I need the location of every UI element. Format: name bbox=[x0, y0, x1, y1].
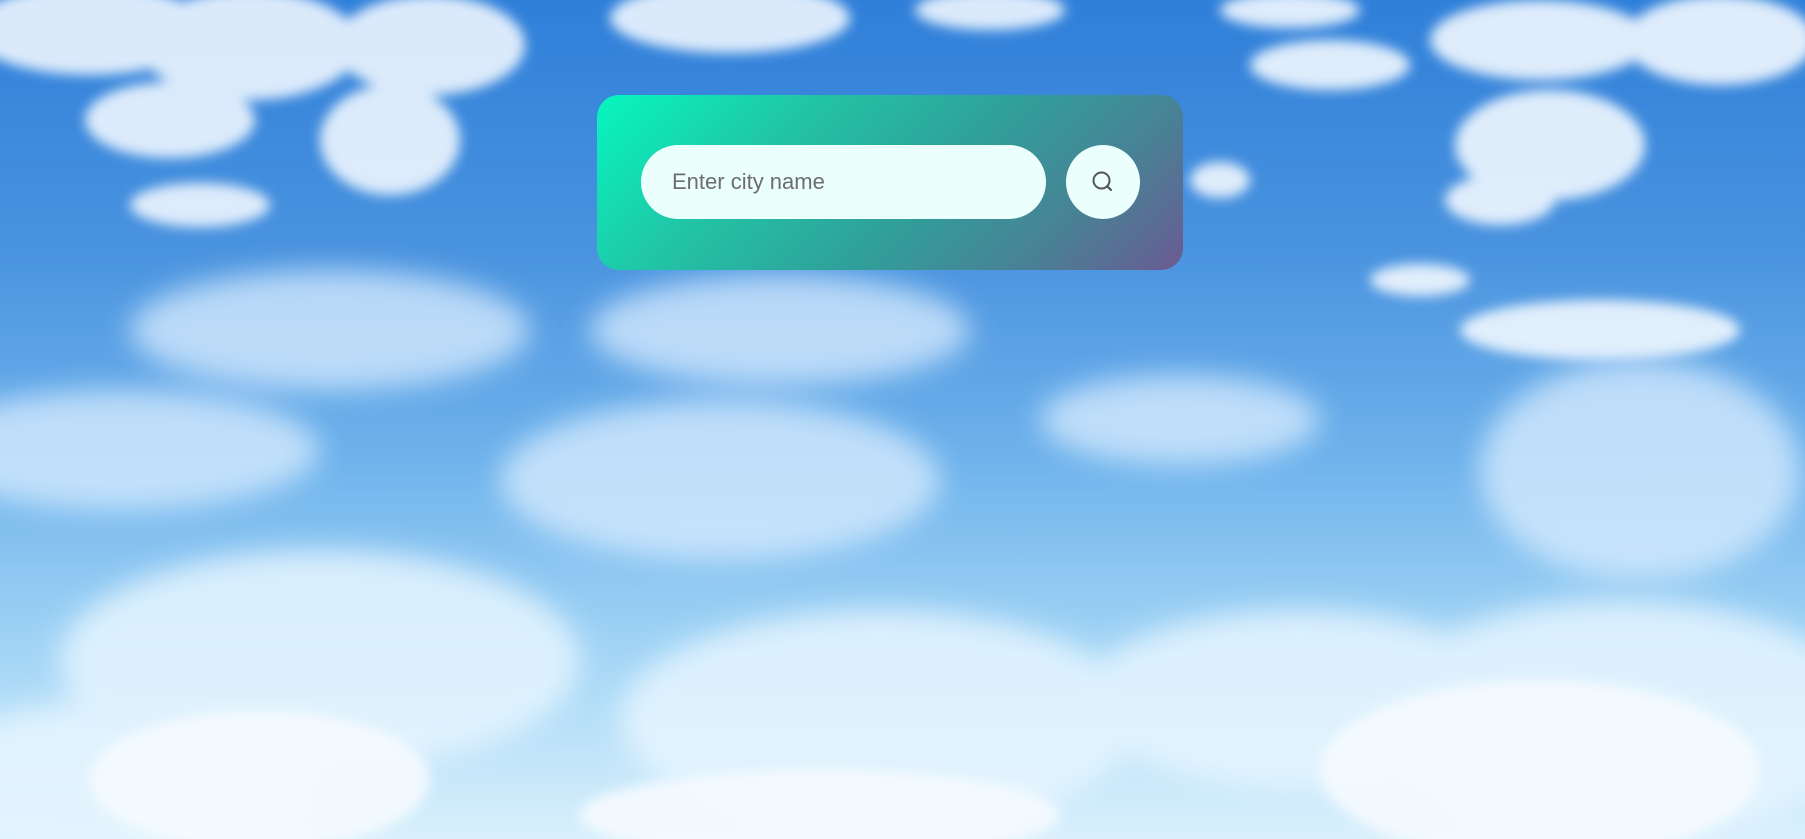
search-icon bbox=[1090, 169, 1116, 195]
city-search-input[interactable] bbox=[641, 145, 1046, 219]
search-button[interactable] bbox=[1066, 145, 1140, 219]
search-card bbox=[597, 95, 1183, 270]
